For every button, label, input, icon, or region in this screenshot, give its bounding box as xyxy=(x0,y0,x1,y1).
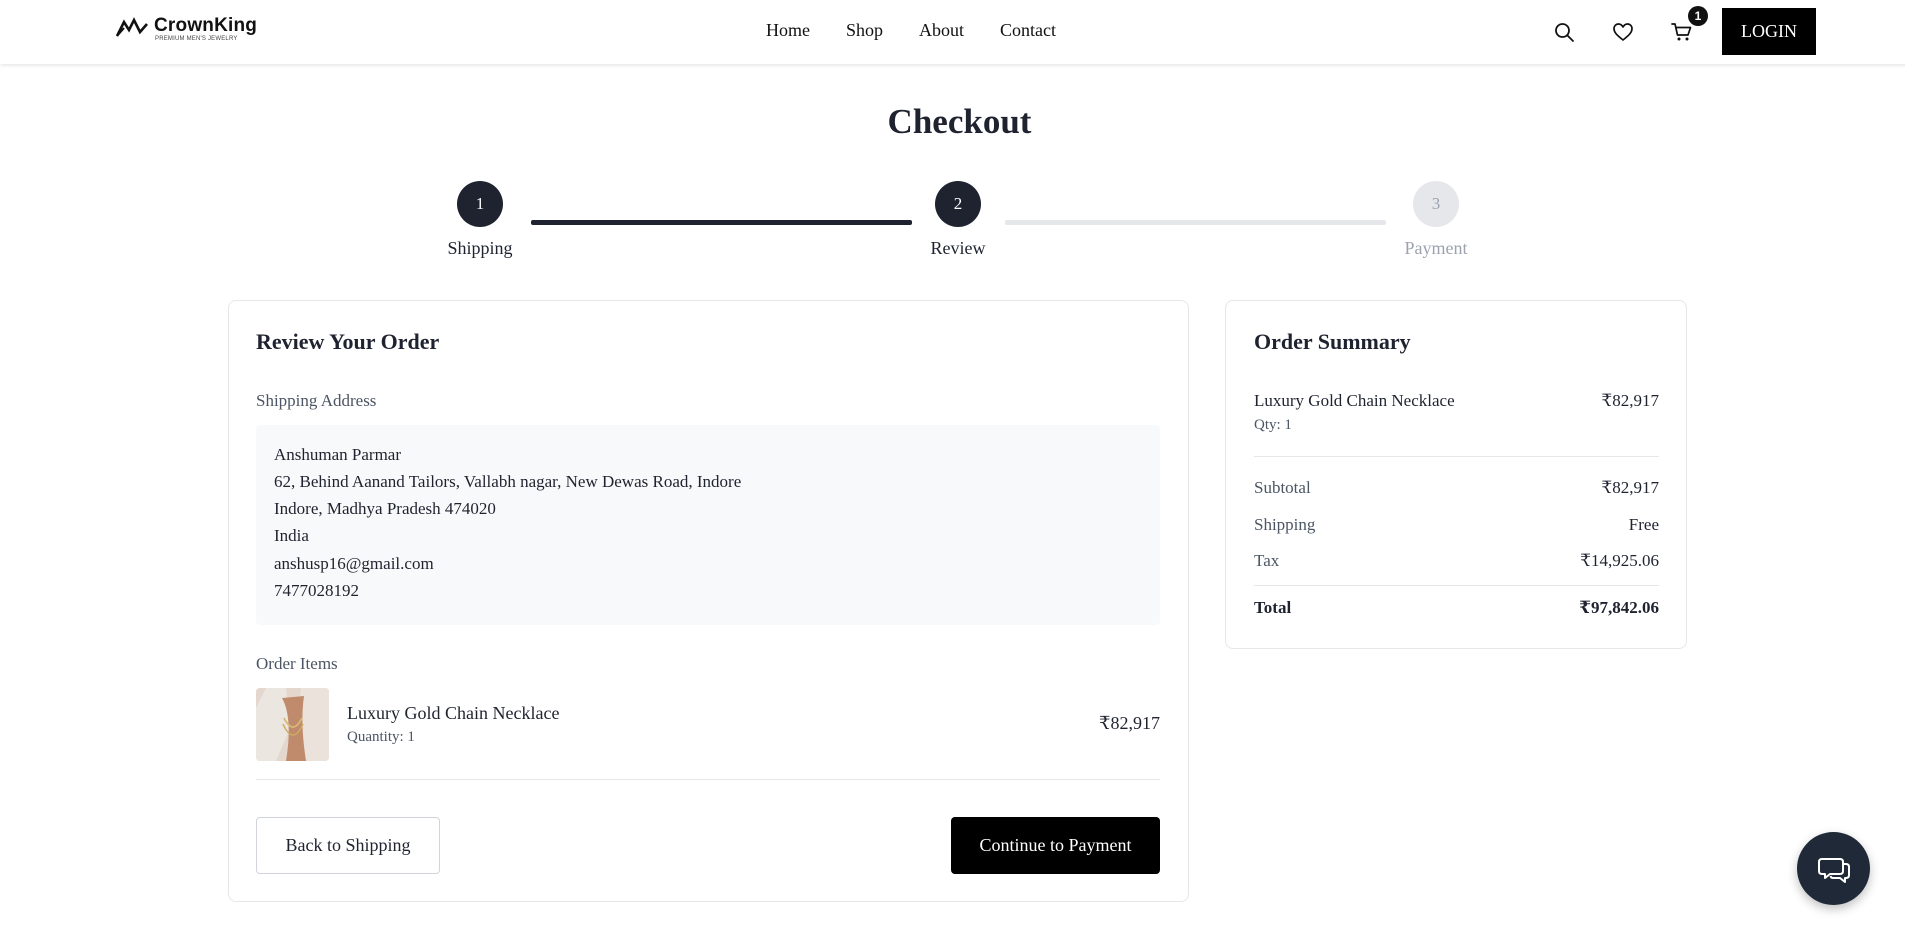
address-name: Anshuman Parmar xyxy=(274,445,402,464)
review-title: Review Your Order xyxy=(256,329,440,354)
nav-contact[interactable]: Contact xyxy=(1000,20,1056,41)
brand-tagline: PREMIUM MEN'S JEWELRY xyxy=(155,36,238,42)
address-country: India xyxy=(274,526,309,545)
step-1-label: Shipping xyxy=(447,238,513,258)
step-2-label: Review xyxy=(930,238,986,258)
login-button[interactable]: LOGIN xyxy=(1722,8,1816,55)
crown-logo-icon xyxy=(116,17,148,37)
brand-logo[interactable]: CrownKing PREMIUM MEN'S JEWELRY xyxy=(116,16,257,42)
nav-about[interactable]: About xyxy=(919,20,964,41)
page-title: Checkout xyxy=(887,102,1032,141)
step-connector-1 xyxy=(531,220,912,225)
summary-item-price: ₹82,917 xyxy=(1601,391,1659,410)
nav-home[interactable]: Home xyxy=(766,20,810,41)
total-label: Total xyxy=(1254,598,1292,617)
summary-divider-top xyxy=(1254,456,1659,457)
order-items-label: Order Items xyxy=(256,654,338,673)
chat-button[interactable] xyxy=(1797,832,1870,905)
order-item-quantity: Quantity: 1 xyxy=(347,729,415,745)
step-2-circle: 2 xyxy=(935,181,981,227)
shipping-label: Shipping xyxy=(1254,515,1316,534)
step-1-circle: 1 xyxy=(457,181,503,227)
shipping-value: Free xyxy=(1628,515,1659,534)
step-connector-2 xyxy=(1005,220,1386,225)
tax-label: Tax xyxy=(1254,551,1280,570)
product-image-icon xyxy=(256,688,329,761)
heart-icon[interactable] xyxy=(1611,20,1635,44)
main-nav: Home Shop About Contact xyxy=(766,20,1092,41)
chat-bubbles-icon xyxy=(1817,857,1850,883)
page-scrollbar[interactable] xyxy=(1905,64,1919,939)
address-line1: 62, Behind Aanand Tailors, Vallabh nagar… xyxy=(274,472,742,491)
subtotal-value: ₹82,917 xyxy=(1601,478,1659,497)
items-divider xyxy=(256,779,1160,780)
address-city-line: Indore, Madhya Pradesh 474020 xyxy=(274,499,496,518)
cart-count-badge: 1 xyxy=(1688,6,1708,26)
subtotal-label: Subtotal xyxy=(1254,478,1311,497)
tax-row: Tax ₹14,925.06 xyxy=(1254,551,1659,571)
summary-title: Order Summary xyxy=(1254,329,1411,354)
address-email: anshusp16@gmail.com xyxy=(274,554,434,573)
back-to-shipping-button[interactable]: Back to Shipping xyxy=(256,817,440,874)
shipping-row: Shipping Free xyxy=(1254,515,1659,535)
summary-divider-bottom xyxy=(1254,585,1659,586)
order-item-name: Luxury Gold Chain Necklace xyxy=(347,703,560,723)
continue-to-payment-button[interactable]: Continue to Payment xyxy=(951,817,1160,874)
step-3-circle: 3 xyxy=(1413,181,1459,227)
search-icon[interactable] xyxy=(1552,20,1576,44)
cart-icon[interactable] xyxy=(1670,20,1694,44)
nav-shop[interactable]: Shop xyxy=(846,20,883,41)
shipping-address-label: Shipping Address xyxy=(256,391,377,410)
step-3-label: Payment xyxy=(1404,238,1468,258)
summary-item-name: Luxury Gold Chain Necklace xyxy=(1254,391,1455,410)
address-phone: 7477028192 xyxy=(274,581,359,600)
summary-item-qty: Qty: 1 xyxy=(1254,417,1292,433)
brand-name: CrownKing xyxy=(154,15,258,36)
tax-value: ₹14,925.06 xyxy=(1580,551,1659,570)
total-row: Total ₹97,842.06 xyxy=(1254,598,1659,618)
product-thumbnail xyxy=(256,688,329,761)
site-header: CrownKing PREMIUM MEN'S JEWELRY Home Sho… xyxy=(0,0,1919,64)
total-value: ₹97,842.06 xyxy=(1579,598,1659,617)
order-item-price: ₹82,917 xyxy=(1099,713,1160,733)
subtotal-row: Subtotal ₹82,917 xyxy=(1254,478,1659,498)
